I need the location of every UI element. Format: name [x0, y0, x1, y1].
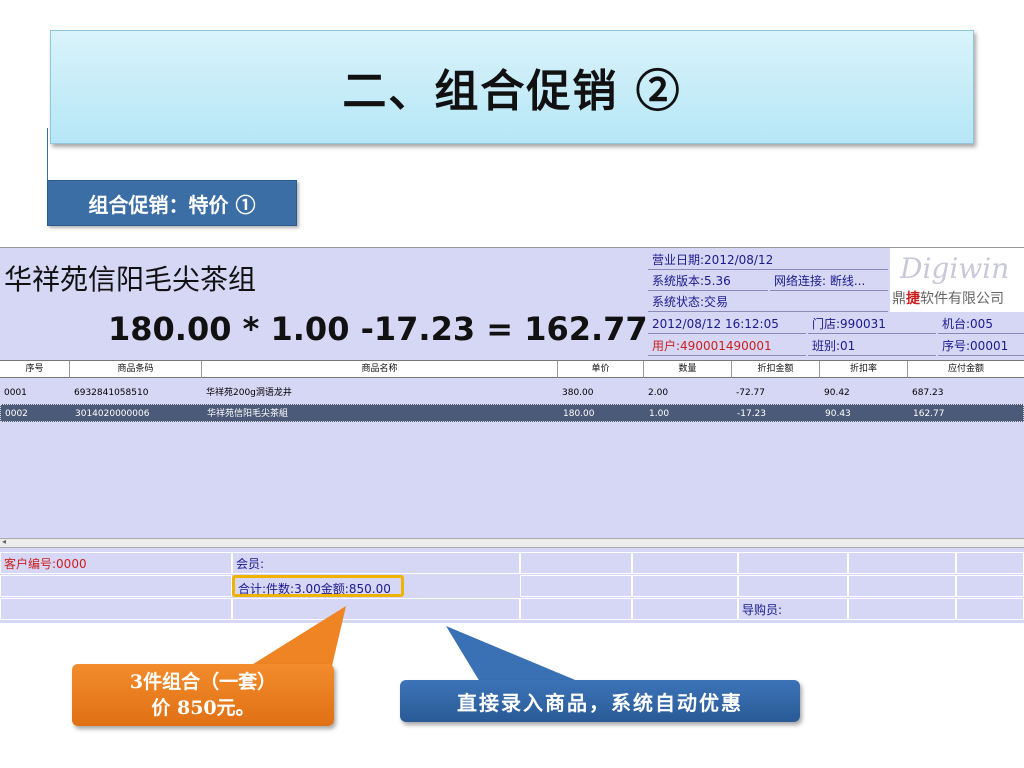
- cell-discount: -72.77: [736, 388, 766, 398]
- col-header-seq[interactable]: 序号: [0, 361, 70, 379]
- table-row-selected[interactable]: 0002 3014020000006 华祥苑信阳毛尖茶組 180.00 1.00…: [0, 404, 1024, 422]
- logo-company-red: 捷: [906, 291, 920, 307]
- footer-cell-empty: [0, 575, 232, 597]
- callout-line-1: 3件组合（一套）: [129, 671, 277, 693]
- slide-title-banner: 二、组合促销 ②: [50, 30, 974, 144]
- store-number: 门店:990031: [808, 314, 936, 334]
- cell-name: 华祥苑信阳毛尖茶組: [207, 409, 289, 419]
- blue-callout-pointer: [446, 626, 580, 682]
- cell-name: 华祥苑200g洞语龙井: [206, 388, 292, 398]
- cell-qty: 1.00: [649, 409, 670, 419]
- serial-number: 序号:00001: [938, 336, 1024, 356]
- footer-cell-empty: [738, 552, 848, 574]
- company-logo: Digiwin 鼎捷软件有限公司: [890, 248, 1024, 312]
- machine-number: 机台:005: [938, 314, 1024, 334]
- footer-cell-empty: [632, 598, 738, 620]
- member-field[interactable]: 会员:: [232, 552, 520, 574]
- col-header-payable[interactable]: 应付金额: [908, 361, 1024, 379]
- cell-payable: 162.77: [913, 409, 945, 419]
- col-header-name[interactable]: 商品名称: [202, 361, 558, 379]
- footer-cell-empty: [848, 552, 956, 574]
- customer-number: 客户编号:0000: [0, 552, 232, 574]
- cell-discount: -17.23: [737, 409, 767, 419]
- pos-header: 华祥苑信阳毛尖茶组 180.00 * 1.00 -17.23 = 162.77 …: [0, 248, 1024, 358]
- cell-seq: 0001: [4, 388, 27, 398]
- logo-company-suffix: 软件有限公司: [920, 291, 1004, 307]
- pos-screen: 华祥苑信阳毛尖茶组 180.00 * 1.00 -17.23 = 162.77 …: [0, 247, 1024, 623]
- item-grid: 0001 6932841058510 华祥苑200g洞语龙井 380.00 2.…: [0, 378, 1024, 538]
- col-header-qty[interactable]: 数量: [644, 361, 732, 379]
- cell-rate: 90.42: [824, 388, 850, 398]
- cell-qty: 2.00: [648, 388, 669, 398]
- cell-price: 380.00: [562, 388, 594, 398]
- col-header-barcode[interactable]: 商品条码: [70, 361, 202, 379]
- cell-barcode: 6932841058510: [74, 388, 149, 398]
- footer-cell-empty: [520, 575, 632, 597]
- footer-cell-empty: [848, 598, 956, 620]
- total-summary: 合计:件数:3.00金额:850.00: [232, 575, 404, 597]
- cell-rate: 90.43: [825, 409, 851, 419]
- footer-cell-empty: [0, 598, 232, 620]
- combo-price-callout: 3件组合（一套） 价 850元。: [72, 664, 334, 726]
- callout-line-2: 价 850元。: [151, 697, 255, 719]
- table-row[interactable]: 0001 6932841058510 华祥苑200g洞语龙井 380.00 2.…: [0, 384, 1024, 402]
- cell-barcode: 3014020000006: [75, 409, 150, 419]
- system-version: 系统版本:5.36: [648, 271, 768, 291]
- slide-subtitle: 组合促销：特价 ①: [47, 180, 297, 226]
- price-calculation: 180.00 * 1.00 -17.23 = 162.77: [108, 310, 648, 348]
- cell-payable: 687.23: [912, 388, 944, 398]
- logo-company-prefix: 鼎: [892, 291, 906, 307]
- network-status: 网络连接: 断线...: [770, 271, 888, 291]
- slide-title: 二、组合促销 ②: [342, 66, 682, 117]
- col-header-rate[interactable]: 折扣率: [820, 361, 908, 379]
- footer-cell-empty: [632, 552, 738, 574]
- cell-price: 180.00: [563, 409, 595, 419]
- auto-discount-callout: 直接录入商品，系统自动优惠: [400, 680, 800, 722]
- business-date: 营业日期:2012/08/12: [648, 250, 888, 270]
- footer-cell-empty: [520, 552, 632, 574]
- current-product-name: 华祥苑信阳毛尖茶组: [4, 263, 257, 296]
- col-header-price[interactable]: 单价: [558, 361, 644, 379]
- footer-cell-empty: [848, 575, 956, 597]
- col-header-discount[interactable]: 折扣金额: [732, 361, 820, 379]
- footer-cell-empty: [738, 575, 848, 597]
- item-grid-header: 序号 商品条码 商品名称 单价 数量 折扣金额 折扣率 应付金额: [0, 360, 1024, 379]
- scroll-left-icon[interactable]: ◂: [2, 537, 6, 546]
- footer-cell-empty: [520, 598, 632, 620]
- transaction-footer: 客户编号:0000 会员: 合计:件数:3.00金额:850.00 导购员:: [0, 552, 1024, 622]
- footer-cell-empty: [232, 598, 520, 620]
- shift-number: 班别:01: [808, 336, 936, 356]
- footer-cell-empty: [956, 552, 1024, 574]
- user-id: 用户:490001490001: [648, 336, 806, 356]
- footer-cell-empty: [956, 598, 1024, 620]
- date-time: 2012/08/12 16:12:05: [648, 314, 806, 334]
- logo-company-name: 鼎捷软件有限公司: [892, 288, 1004, 308]
- cell-seq: 0002: [5, 409, 28, 419]
- connector-line: [47, 128, 48, 180]
- logo-script-text: Digiwin: [900, 252, 1010, 285]
- system-status: 系统状态:交易: [648, 292, 888, 312]
- horizontal-scrollbar[interactable]: ◂: [0, 537, 1024, 548]
- footer-cell-empty: [956, 575, 1024, 597]
- footer-cell-empty: [632, 575, 738, 597]
- sales-guide-field[interactable]: 导购员:: [738, 598, 848, 620]
